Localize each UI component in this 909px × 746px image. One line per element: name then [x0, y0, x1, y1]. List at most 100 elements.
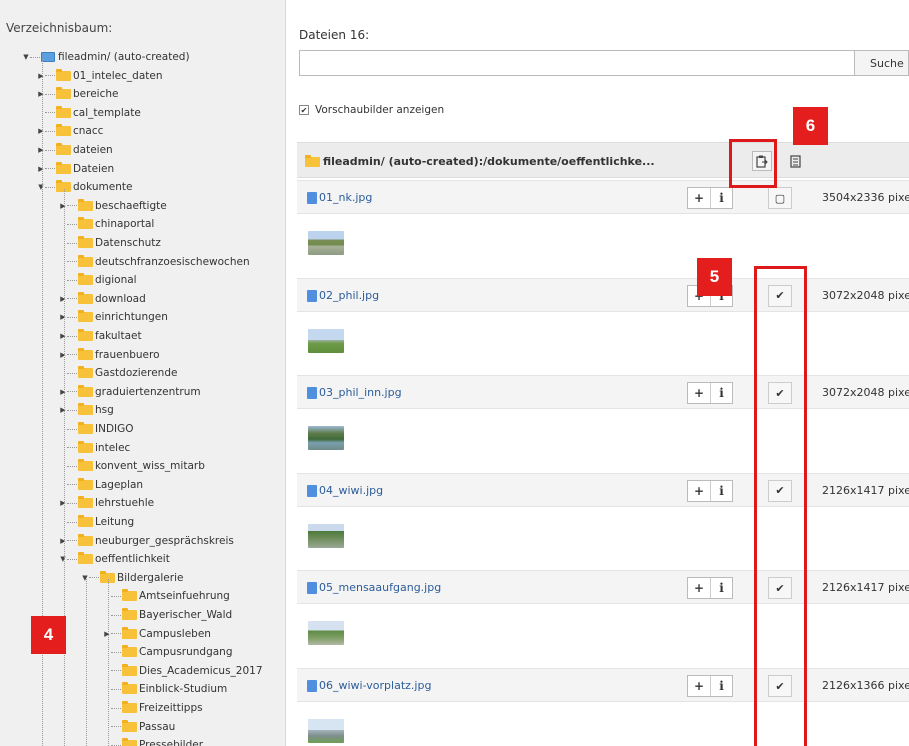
- add-button[interactable]: +: [688, 481, 710, 501]
- tree-item[interactable]: ▶ Campusleben: [103, 625, 211, 643]
- tree-item[interactable]: Bayerischer_Wald: [103, 606, 232, 624]
- thumbnails-toggle[interactable]: ✔ Vorschaubilder anzeigen: [299, 104, 444, 116]
- select-all-icon[interactable]: [786, 151, 806, 171]
- info-button[interactable]: i: [710, 383, 732, 404]
- tree-item[interactable]: ▼ oeffentlichkeit: [59, 550, 170, 568]
- file-name-link[interactable]: 01_nk.jpg: [319, 191, 372, 204]
- expand-arrow-icon[interactable]: ▶: [59, 351, 67, 359]
- add-button[interactable]: +: [688, 188, 710, 208]
- expand-arrow-icon[interactable]: ▶: [37, 127, 45, 135]
- tree-item[interactable]: Campusrundgang: [103, 643, 233, 661]
- expand-arrow-icon[interactable]: ▶: [59, 537, 67, 545]
- image-thumbnail[interactable]: [308, 328, 344, 353]
- tree-item[interactable]: Gastdozierende: [59, 364, 177, 382]
- tree-item[interactable]: konvent_wiss_mitarb: [59, 457, 205, 475]
- image-thumbnail[interactable]: [308, 523, 344, 548]
- expand-arrow-icon[interactable]: ▶: [37, 146, 45, 154]
- tree-item-label: digional: [95, 274, 137, 287]
- tree-item[interactable]: cal_template: [37, 104, 141, 122]
- folder-icon: [122, 719, 137, 732]
- image-thumbnail[interactable]: [308, 719, 344, 743]
- image-dimensions: 3072x2048 pixels: [822, 386, 909, 400]
- folder-icon: [56, 105, 71, 118]
- tree-item[interactable]: ▶ cnacc: [37, 122, 103, 140]
- tree-root[interactable]: ▼ fileadmin/ (auto-created): [22, 48, 189, 66]
- tree-connector: [45, 112, 55, 114]
- expand-arrow-icon[interactable]: ▶: [59, 406, 67, 414]
- add-button[interactable]: +: [688, 578, 710, 598]
- search-button[interactable]: Suche: [855, 50, 909, 76]
- tree-item[interactable]: INDIGO: [59, 420, 134, 438]
- tree-item[interactable]: ▶ 01_intelec_daten: [37, 67, 163, 85]
- info-button[interactable]: i: [710, 578, 732, 599]
- tree-connector: [45, 186, 55, 188]
- folder-icon: [122, 738, 137, 746]
- tree-item[interactable]: Lageplan: [59, 476, 143, 494]
- thumbnails-checkbox[interactable]: ✔: [299, 105, 309, 115]
- add-button[interactable]: +: [688, 383, 710, 403]
- expand-arrow-icon[interactable]: ▶: [59, 202, 67, 210]
- file-name-link[interactable]: 05_mensaaufgang.jpg: [319, 581, 441, 594]
- search-input[interactable]: [299, 50, 855, 76]
- tree-item-label: Freizeittipps: [139, 702, 203, 714]
- annotation-badge-5: 5: [697, 258, 732, 296]
- tree-item[interactable]: Datenschutz: [59, 234, 161, 252]
- select-checkbox[interactable]: ▢: [768, 187, 792, 209]
- collapse-arrow-icon[interactable]: ▼: [81, 574, 89, 582]
- tree-connector: [67, 205, 77, 207]
- folder-icon: [78, 347, 93, 360]
- tree-item[interactable]: Leitung: [59, 513, 134, 531]
- folder-icon: [78, 459, 93, 472]
- tree-item-bildergalerie[interactable]: ▼ Bildergalerie: [81, 569, 183, 587]
- tree-item-label: cnacc: [73, 125, 104, 138]
- tree-item[interactable]: deutschfranzoesischewochen: [59, 253, 250, 271]
- tree-item[interactable]: ▶ einrichtungen: [59, 308, 168, 326]
- file-name-link[interactable]: 06_wiwi-vorplatz.jpg: [319, 679, 431, 692]
- tree-connector: [111, 726, 121, 728]
- image-thumbnail[interactable]: [308, 231, 344, 255]
- expand-arrow-icon[interactable]: ▶: [103, 630, 111, 638]
- tree-item[interactable]: ▶ graduiertenzentrum: [59, 383, 201, 401]
- tree-item[interactable]: Dies_Academicus_2017: [103, 662, 263, 680]
- collapse-arrow-icon[interactable]: ▼: [37, 183, 45, 191]
- info-button[interactable]: i: [710, 480, 732, 501]
- tree-item[interactable]: ▶ frauenbuero: [59, 346, 160, 364]
- tree-item[interactable]: chinaportal: [59, 215, 154, 233]
- tree-item[interactable]: Einblick-Studium: [103, 680, 227, 698]
- image-thumbnail[interactable]: [308, 426, 344, 451]
- expand-arrow-icon[interactable]: ▶: [59, 295, 67, 303]
- expand-arrow-icon[interactable]: ▶: [59, 332, 67, 340]
- collapse-arrow-icon[interactable]: ▼: [22, 53, 30, 61]
- file-name-link[interactable]: 04_wiwi.jpg: [319, 484, 383, 497]
- folder-icon: [78, 440, 93, 453]
- tree-item[interactable]: ▶ hsg: [59, 401, 114, 419]
- info-button[interactable]: i: [710, 676, 732, 696]
- expand-arrow-icon[interactable]: ▶: [59, 313, 67, 321]
- expand-arrow-icon[interactable]: ▶: [59, 499, 67, 507]
- tree-item[interactable]: Freizeittipps: [103, 699, 203, 717]
- tree-item[interactable]: ▶ fakultaet: [59, 327, 142, 345]
- tree-item[interactable]: Pressebilder: [103, 736, 203, 746]
- file-name-link[interactable]: 03_phil_inn.jpg: [319, 386, 402, 399]
- expand-arrow-icon[interactable]: ▶: [37, 72, 45, 80]
- image-thumbnail[interactable]: [308, 621, 344, 646]
- tree-item[interactable]: Passau: [103, 718, 175, 736]
- expand-arrow-icon[interactable]: ▶: [37, 90, 45, 98]
- collapse-arrow-icon[interactable]: ▼: [59, 555, 67, 563]
- tree-item[interactable]: ▶ dateien: [37, 141, 113, 159]
- tree-item[interactable]: ▶ lehrstuehle: [59, 494, 154, 512]
- tree-item[interactable]: Amtseinfuehrung: [103, 587, 230, 605]
- tree-item[interactable]: ▶ bereiche: [37, 85, 118, 103]
- expand-arrow-icon[interactable]: ▶: [59, 388, 67, 396]
- tree-item[interactable]: ▶ neuburger_gesprächskreis: [59, 532, 234, 550]
- info-button[interactable]: i: [710, 188, 732, 208]
- tree-item[interactable]: intelec: [59, 439, 130, 457]
- tree-item[interactable]: ▶ beschaeftigte: [59, 197, 167, 215]
- tree-item[interactable]: ▼ dokumente: [37, 178, 132, 196]
- tree-item[interactable]: digional: [59, 271, 137, 289]
- tree-item[interactable]: ▶ Dateien: [37, 160, 114, 178]
- expand-arrow-icon[interactable]: ▶: [37, 165, 45, 173]
- tree-item[interactable]: ▶ download: [59, 290, 146, 308]
- add-button[interactable]: +: [688, 676, 710, 696]
- file-name-link[interactable]: 02_phil.jpg: [319, 289, 379, 302]
